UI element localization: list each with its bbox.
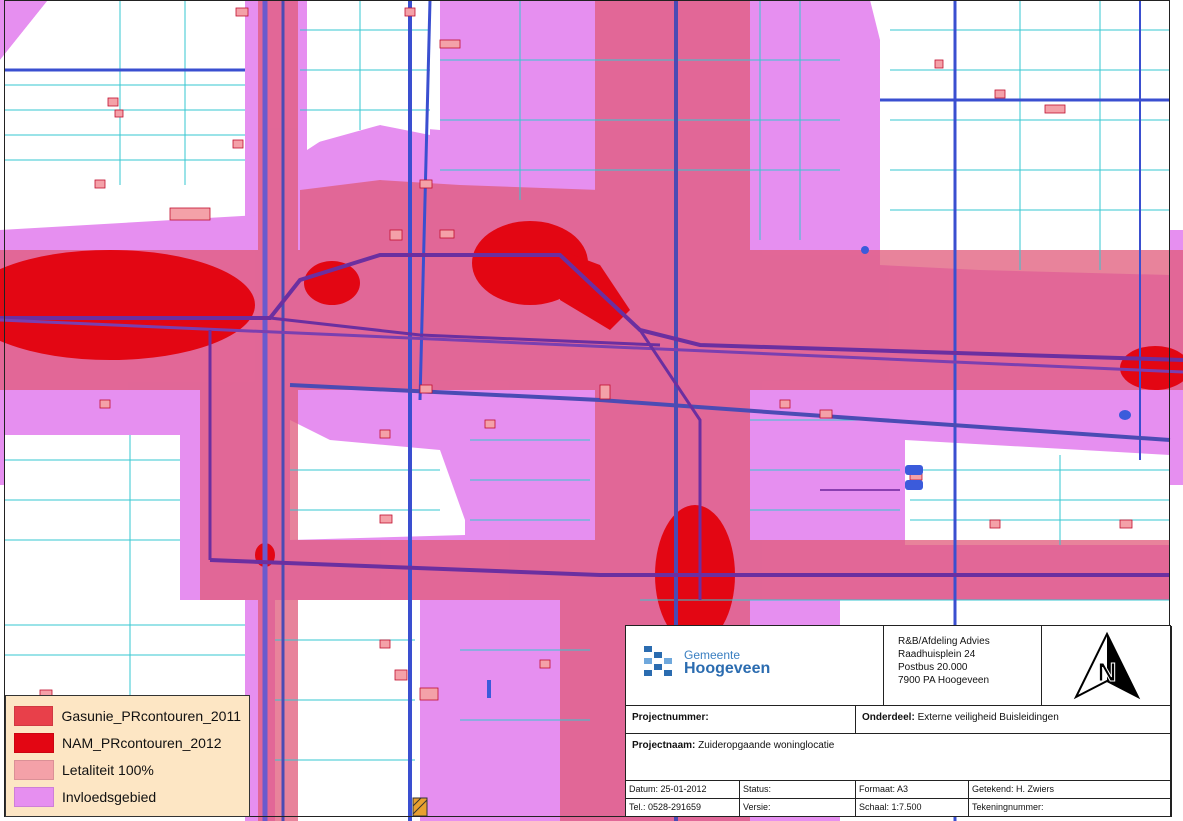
tekeningnummer-cell: Tekeningnummer: <box>969 799 1172 817</box>
logo-hoogeveen: Hoogeveen <box>684 660 771 677</box>
address-line: R&B/Afdeling Advies <box>898 636 990 647</box>
north-arrow-area: N <box>1042 626 1172 706</box>
legend-swatch-letaliteit <box>14 759 54 780</box>
legend-swatch-nam <box>14 732 54 753</box>
projectnummer-cell: Projectnummer: <box>626 706 856 734</box>
legend-item-nam: NAM_PRcontouren_2012 <box>14 729 241 756</box>
address-line: Postbus 20.000 <box>898 662 968 673</box>
schaal-cell: Schaal: 1:7.500 <box>856 799 969 817</box>
address-block: R&B/Afdeling Advies Raadhuisplein 24 Pos… <box>884 626 1042 706</box>
map-legend: Gasunie_PRcontouren_2011 NAM_PRcontouren… <box>5 695 250 817</box>
logo-area: Gemeente Hoogeveen <box>626 626 884 706</box>
hatched-symbol <box>412 797 428 817</box>
legend-item-letaliteit: Letaliteit 100% <box>14 756 241 783</box>
projectnaam-label: Projectnaam: <box>632 740 696 751</box>
address-line: Raadhuisplein 24 <box>898 649 976 660</box>
hoogeveen-logo-icon <box>644 646 672 676</box>
legend-label: Gasunie_PRcontouren_2011 <box>61 707 241 724</box>
projectnaam-cell: Projectnaam: Zuideropgaande woninglocati… <box>626 734 1172 781</box>
datum-cell: Datum: 25-01-2012 <box>626 781 740 799</box>
legend-label: Letaliteit 100% <box>62 761 154 778</box>
legend-label: NAM_PRcontouren_2012 <box>62 734 222 751</box>
projectnummer-label: Projectnummer: <box>632 712 709 723</box>
address-line: 7900 PA Hoogeveen <box>898 675 990 686</box>
onderdeel-value: Externe veiligheid Buisleidingen <box>917 712 1059 723</box>
legend-swatch-gasunie <box>14 705 54 726</box>
projectnaam-value: Zuideropgaande woninglocatie <box>698 740 835 751</box>
legend-item-gasunie: Gasunie_PRcontouren_2011 <box>14 702 241 729</box>
legend-item-invloedsgebied: Invloedsgebied <box>14 783 241 810</box>
tel-cell: Tel.: 0528-291659 <box>626 799 740 817</box>
status-cell: Status: <box>740 781 856 799</box>
formaat-cell: Formaat: A3 <box>856 781 969 799</box>
north-arrow-icon: N <box>1073 631 1141 700</box>
legend-label: Invloedsgebied <box>62 788 157 805</box>
getekend-cell: Getekend: H. Zwiers <box>969 781 1172 799</box>
legend-swatch-invloedsgebied <box>14 786 54 807</box>
onderdeel-label: Onderdeel: <box>862 712 915 723</box>
svg-text:N: N <box>1098 657 1117 687</box>
versie-cell: Versie: <box>740 799 856 817</box>
title-block: Gemeente Hoogeveen R&B/Afdeling Advies R… <box>625 625 1172 817</box>
onderdeel-cell: Onderdeel: Externe veiligheid Buisleidin… <box>856 706 1172 734</box>
